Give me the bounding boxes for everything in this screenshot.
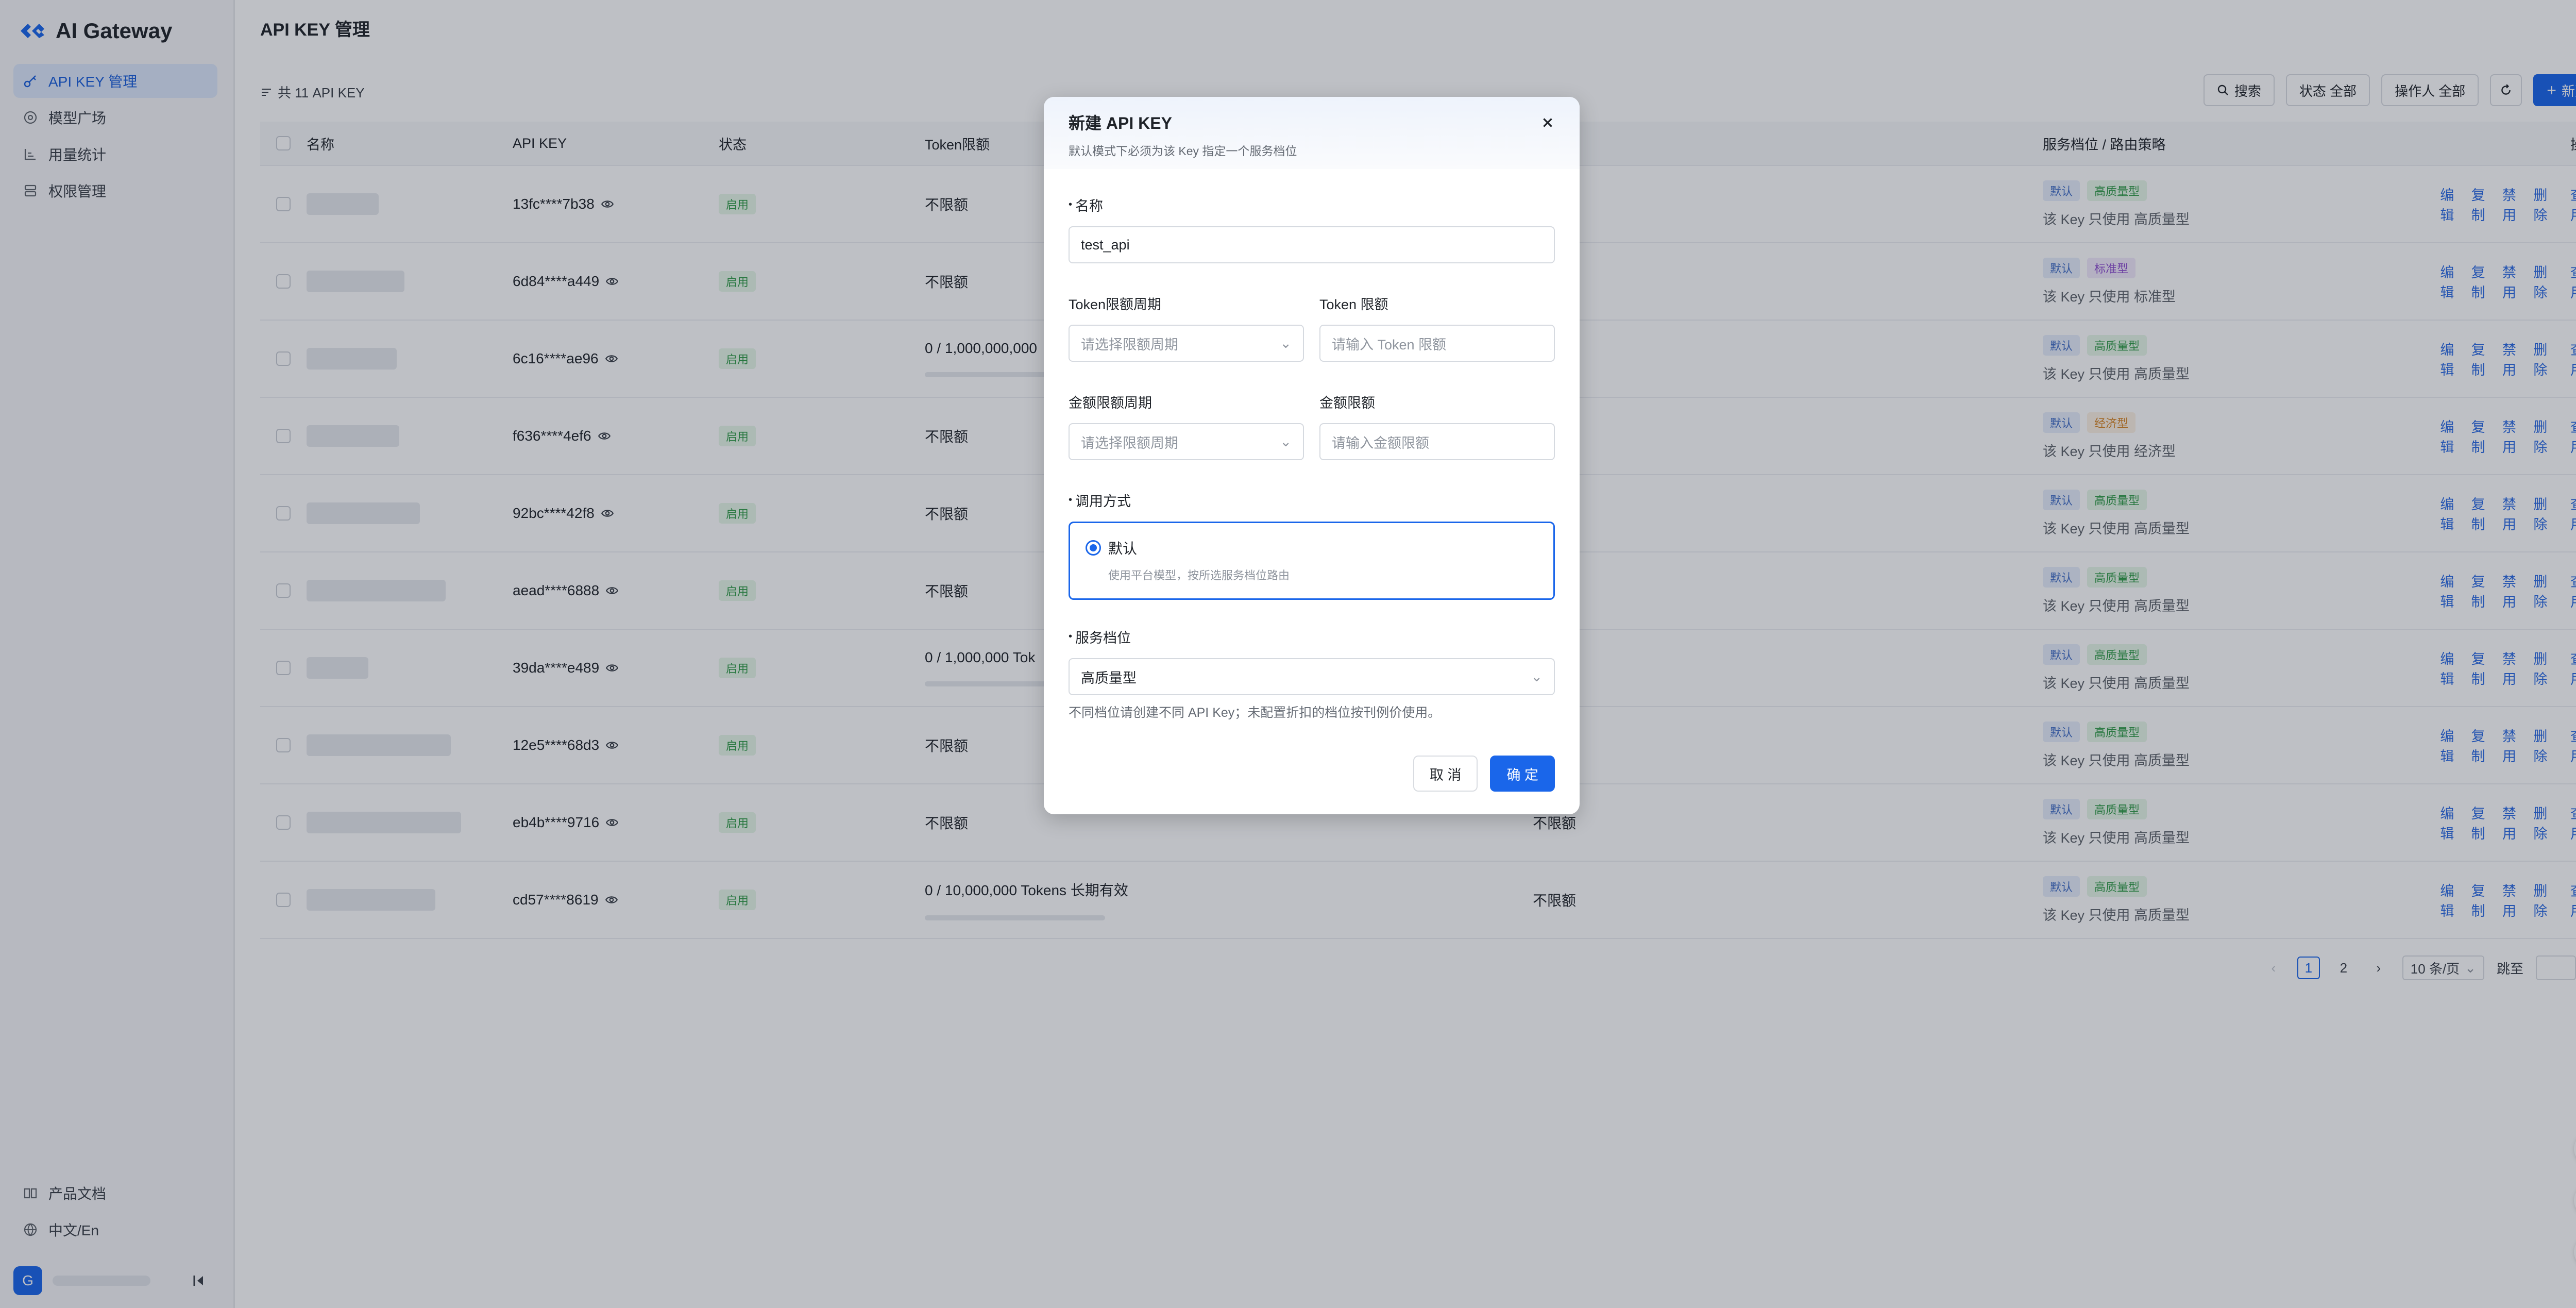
modal-header: 新建 API KEY 默认模式下必须为该 Key 指定一个服务档位 [1044, 97, 1580, 169]
amount-period-placeholder: 请选择限额周期 [1081, 435, 1178, 451]
amount-period-label: 金额限额周期 [1069, 395, 1152, 411]
method-option-default[interactable]: 默认 使用平台模型，按所选服务档位路由 [1069, 522, 1555, 600]
method-option-desc: 使用平台模型，按所选服务档位路由 [1108, 569, 1290, 582]
token-limit-input[interactable]: 请输入 Token 限额 [1319, 325, 1555, 362]
tier-select-value: 高质量型 [1081, 670, 1137, 686]
tier-label: • 服务档位 [1069, 630, 1131, 646]
amount-limit-row: 金额限额周期 请选择限额周期 ⌄ 金额限额 请输入金额限额 [1069, 392, 1555, 460]
new-key-form: • 名称 test_api Token限额周期 请选择限额周期 ⌄ Token 限… [1069, 195, 1555, 721]
amount-period-select[interactable]: 请选择限额周期 ⌄ [1069, 423, 1304, 460]
tier-select[interactable]: 高质量型 ⌄ [1069, 658, 1555, 695]
name-label: • 名称 [1069, 198, 1104, 214]
method-option-label: 默认 [1108, 541, 1138, 557]
method-label: • 调用方式 [1069, 494, 1131, 509]
chevron-down-icon: ⌄ [1280, 433, 1292, 449]
modal-footer: 取 消 确 定 [1413, 756, 1555, 792]
token-limit-placeholder: 请输入 Token 限额 [1332, 337, 1447, 353]
modal-title: 新建 API KEY [1069, 114, 1172, 132]
token-limit-row: Token限额周期 请选择限额周期 ⌄ Token 限额 请输入 Token 限… [1069, 293, 1555, 362]
tier-hint: 不同档位请创建不同 API Key；未配置折扣的档位按刊例价使用。 [1069, 706, 1441, 720]
amount-limit-placeholder: 请输入金额限额 [1332, 435, 1429, 451]
token-period-select[interactable]: 请选择限额周期 ⌄ [1069, 325, 1304, 362]
token-limit-label: Token 限额 [1319, 297, 1388, 312]
token-period-label: Token限额周期 [1069, 297, 1162, 312]
new-api-key-modal: 新建 API KEY 默认模式下必须为该 Key 指定一个服务档位 • 名称 te… [1044, 97, 1580, 814]
chevron-down-icon: ⌄ [1531, 668, 1543, 684]
token-period-placeholder: 请选择限额周期 [1081, 337, 1178, 353]
name-input[interactable]: test_api [1069, 226, 1555, 263]
modal-subtitle: 默认模式下必须为该 Key 指定一个服务档位 [1069, 144, 1297, 158]
confirm-button[interactable]: 确 定 [1490, 756, 1555, 792]
name-input-value: test_api [1081, 237, 1130, 253]
radio-selected[interactable] [1086, 540, 1101, 556]
amount-limit-input[interactable]: 请输入金额限额 [1319, 423, 1555, 460]
close-icon[interactable] [1538, 113, 1557, 132]
amount-limit-label: 金额限额 [1319, 395, 1375, 411]
chevron-down-icon: ⌄ [1280, 335, 1292, 351]
cancel-button[interactable]: 取 消 [1413, 756, 1478, 792]
